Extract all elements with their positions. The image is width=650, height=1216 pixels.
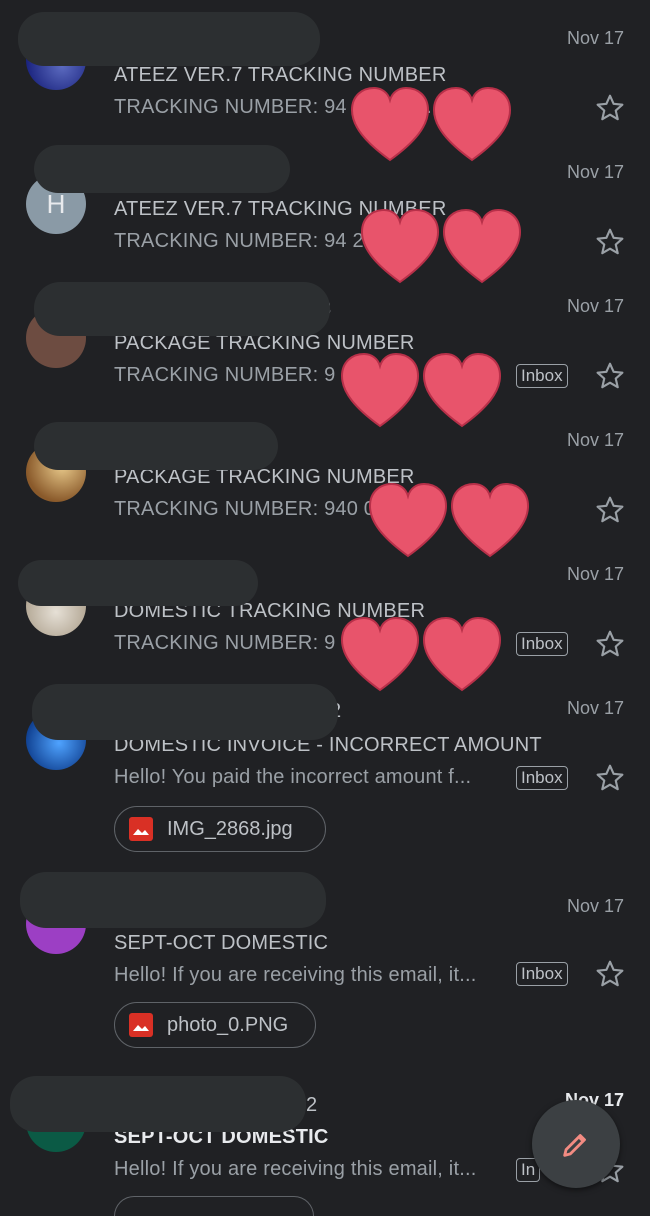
star-icon[interactable]	[594, 958, 626, 990]
redaction-mark	[32, 684, 338, 740]
image-icon	[129, 817, 153, 841]
email-date: Nov 17	[566, 28, 624, 48]
attachment-filename: IMG_2868.jpg	[167, 817, 293, 840]
compose-button[interactable]	[532, 1100, 620, 1188]
inbox-badge: Inbox	[516, 962, 568, 986]
redaction-mark	[10, 1076, 306, 1132]
star-icon[interactable]	[594, 226, 626, 258]
email-snippet: Hello! If you are receiving this email, …	[114, 1158, 477, 1180]
heart-sticker-pair	[340, 352, 502, 428]
heart-sticker-pair	[360, 208, 522, 284]
email-date: Nov 17	[566, 296, 624, 316]
email-date: Nov 17	[566, 564, 624, 584]
image-icon	[129, 1013, 153, 1037]
inbox-badge: Inbox	[516, 766, 568, 790]
attachment-chip[interactable]: photo_0.PNG	[114, 1002, 316, 1048]
redaction-mark	[34, 145, 290, 193]
heart-sticker-pair	[368, 482, 530, 558]
email-snippet: Hello! If you are receiving this email, …	[114, 964, 477, 986]
star-icon[interactable]	[594, 92, 626, 124]
email-snippet: Hello! You paid the incorrect amount f..…	[114, 766, 472, 788]
redaction-mark	[34, 282, 330, 336]
redaction-mark	[18, 560, 258, 606]
email-date: Nov 17	[566, 162, 624, 182]
attachment-chip-partial[interactable]	[114, 1196, 314, 1216]
heart-sticker-pair	[350, 86, 512, 162]
star-icon[interactable]	[594, 628, 626, 660]
inbox-badge: Inbox	[516, 364, 568, 388]
email-date: Nov 17	[566, 430, 624, 450]
avatar-letter: H	[46, 188, 66, 219]
email-date: Nov 17	[566, 698, 624, 718]
attachment-chip[interactable]: IMG_2868.jpg	[114, 806, 326, 852]
inbox-badge: Inbox	[516, 632, 568, 656]
sender-name: 2	[306, 1094, 318, 1116]
star-icon[interactable]	[594, 494, 626, 526]
email-date: Nov 17	[566, 896, 624, 916]
email-subject: SEPT-OCT DOMESTIC	[114, 932, 329, 954]
star-icon[interactable]	[594, 360, 626, 392]
heart-sticker-pair	[340, 616, 502, 692]
redaction-mark	[20, 872, 326, 928]
pencil-icon	[563, 1134, 586, 1157]
redaction-mark	[18, 12, 320, 66]
email-list: Nov 17 ATEEZ VER.7 TRACKING NUMBER TRACK…	[0, 0, 650, 1216]
redaction-mark	[34, 422, 278, 470]
star-icon[interactable]	[594, 762, 626, 794]
attachment-filename: photo_0.PNG	[167, 1013, 289, 1036]
